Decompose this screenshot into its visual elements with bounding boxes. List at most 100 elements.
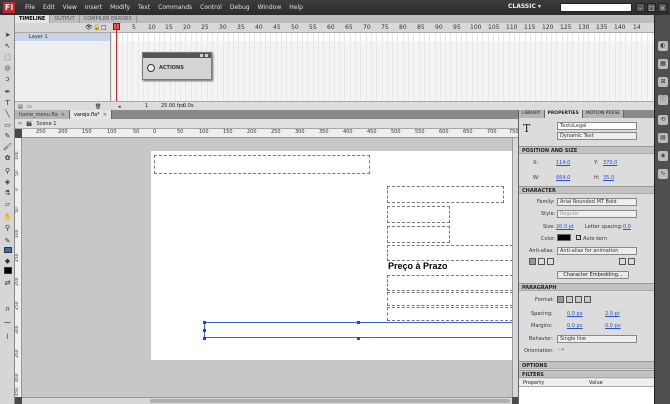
selection-tool-icon[interactable]: ➤ — [3, 31, 12, 40]
text-field[interactable] — [387, 186, 504, 203]
info-panel-icon[interactable]: ⓘ — [658, 95, 668, 105]
eyedropper-tool-icon[interactable]: ⚗ — [3, 189, 12, 198]
right-margin-value[interactable]: 0.0 px — [605, 323, 621, 329]
frame-ruler[interactable]: 👁 🔒 □ 1 5 10 15 20 25 30 35 40 45 50 55 … — [15, 23, 654, 33]
text-color-swatch[interactable] — [557, 234, 571, 241]
render-html-icon[interactable] — [538, 258, 545, 265]
close-button[interactable]: × — [658, 3, 667, 12]
auto-kern-checkbox[interactable]: ✓ — [576, 235, 581, 241]
show-border-icon[interactable] — [547, 258, 554, 265]
indent-value[interactable]: 0.0 px — [567, 311, 583, 317]
eraser-tool-icon[interactable]: ▱ — [3, 200, 12, 209]
character-header[interactable]: CHARACTER — [519, 186, 655, 194]
transform-panel-icon[interactable]: ⟲ — [658, 115, 668, 125]
x-value[interactable]: 114.0 — [556, 160, 570, 166]
tab-compiler-errors[interactable]: COMPILER ERRORS — [80, 15, 137, 23]
lock-icon[interactable]: 🔒 — [93, 24, 100, 31]
minimize-button[interactable]: – — [636, 3, 645, 12]
brush-tool-icon[interactable]: 🖌 — [3, 143, 12, 152]
position-size-header[interactable]: POSITION AND SIZE — [519, 146, 655, 154]
text-tool-icon[interactable]: T — [3, 99, 12, 108]
h-value[interactable]: 35.0 — [603, 175, 614, 181]
tab-library[interactable]: LIBRARY — [519, 110, 545, 118]
letter-spacing-value[interactable]: 0.0 — [623, 224, 631, 230]
justify-icon[interactable] — [584, 296, 591, 303]
library-panel-icon[interactable]: ▤ — [658, 133, 668, 143]
line-spacing-value[interactable]: 2.0 pt — [605, 311, 620, 317]
filters-header[interactable]: FILTERS — [519, 370, 655, 378]
tab-timeline[interactable]: TIMELINE — [15, 15, 51, 23]
rectangle-tool-icon[interactable]: ▭ — [3, 121, 12, 130]
resize-handle[interactable] — [203, 329, 206, 332]
paint-bucket-tool-icon[interactable]: ◈ — [3, 178, 12, 187]
menu-window[interactable]: Window — [254, 4, 286, 11]
stroke-color-icon[interactable]: ✎ — [3, 237, 12, 246]
align-right-icon[interactable] — [575, 296, 582, 303]
subselection-tool-icon[interactable]: ↖ — [3, 42, 12, 51]
font-style-select[interactable]: Regular — [557, 210, 637, 218]
menu-view[interactable]: View — [59, 4, 81, 11]
color-panel-icon[interactable]: ◐ — [658, 41, 668, 51]
maximize-button[interactable]: □ — [647, 3, 656, 12]
selected-text-field[interactable] — [204, 322, 513, 338]
menu-insert[interactable]: Insert — [81, 4, 106, 11]
playhead[interactable] — [116, 23, 117, 109]
hand-tool-icon[interactable]: ✋ — [3, 213, 12, 222]
stage[interactable]: Preço à Prazo — [151, 151, 516, 360]
search-input[interactable] — [560, 3, 632, 12]
resize-handle[interactable] — [203, 337, 206, 340]
close-icon[interactable]: × — [61, 112, 65, 118]
menu-debug[interactable]: Debug — [226, 4, 254, 11]
tab-varejo[interactable]: varejo.fla* × — [69, 110, 112, 119]
zoom-tool-icon[interactable]: ⚲ — [3, 224, 12, 233]
tab-home-menu[interactable]: home_menu.fla × — [15, 110, 70, 119]
bone-tool-icon[interactable]: ⚲ — [3, 167, 12, 176]
fill-color-swatch[interactable] — [4, 267, 12, 274]
workspace-switcher[interactable]: CLASSIC ▾ — [508, 3, 541, 10]
pencil-tool-icon[interactable]: ✎ — [3, 132, 12, 141]
resize-handle[interactable] — [357, 321, 360, 324]
text-field[interactable] — [387, 307, 513, 321]
menu-commands[interactable]: Commands — [154, 4, 196, 11]
lasso-tool-icon[interactable]: ↄ — [3, 75, 12, 84]
align-panel-icon[interactable]: ⊞ — [658, 77, 668, 87]
anti-alias-select[interactable]: Anti-alias for animation — [557, 247, 637, 255]
size-value[interactable]: 20.0 pt — [556, 224, 574, 230]
vertical-ruler[interactable]: 100 50 0 50 100 150 200 250 300 350 400 … — [15, 138, 22, 397]
frame-rate[interactable]: 25.00 fps — [161, 102, 184, 110]
left-margin-value[interactable]: 0.0 px — [567, 323, 583, 329]
collapse-icon[interactable] — [200, 54, 203, 57]
horizontal-ruler[interactable]: 250 200 150 100 50 0 50 100 150 200 250 … — [22, 129, 518, 138]
scrollbar-thumb[interactable] — [150, 399, 510, 403]
text-field[interactable] — [387, 226, 450, 243]
stroke-color-swatch[interactable] — [4, 247, 12, 253]
swap-colors-icon[interactable]: ⇄ — [3, 279, 12, 288]
menu-edit[interactable]: Edit — [39, 4, 59, 11]
text-field[interactable] — [387, 245, 513, 261]
close-icon[interactable]: × — [103, 112, 107, 118]
font-family-select[interactable]: Arial Rounded MT Bold — [557, 198, 637, 206]
pasteboard[interactable]: Preço à Prazo — [22, 138, 516, 397]
tab-output[interactable]: OUTPUT — [50, 15, 80, 23]
back-icon[interactable]: ⇦ — [18, 119, 22, 128]
tab-properties[interactable]: PROPERTIES — [544, 110, 583, 118]
free-transform-tool-icon[interactable]: ⬚ — [3, 53, 12, 62]
character-embedding-button[interactable]: Character Embedding... — [557, 271, 629, 279]
options-header[interactable]: OPTIONS — [519, 361, 655, 369]
layer-name[interactable]: Layer 1 — [29, 34, 48, 40]
resize-handle[interactable] — [203, 321, 206, 324]
line-tool-icon[interactable]: ╲ — [3, 110, 12, 119]
behavior-select[interactable]: Single line — [557, 335, 637, 343]
text-field[interactable] — [387, 206, 450, 223]
text-field[interactable] — [387, 275, 513, 291]
text-field[interactable] — [154, 155, 370, 174]
subscript-icon[interactable] — [628, 258, 635, 265]
superscript-icon[interactable] — [619, 258, 626, 265]
smooth-icon[interactable]: ⁓ — [3, 319, 12, 328]
eye-icon[interactable]: 👁 — [85, 24, 93, 31]
text-type-select[interactable]: Dynamic Text — [557, 132, 637, 140]
close-icon[interactable] — [205, 54, 208, 57]
layer-row[interactable]: Layer 1 — [15, 33, 110, 41]
pen-tool-icon[interactable]: ✒ — [3, 88, 12, 97]
components-panel-icon[interactable]: ◈ — [658, 151, 668, 161]
